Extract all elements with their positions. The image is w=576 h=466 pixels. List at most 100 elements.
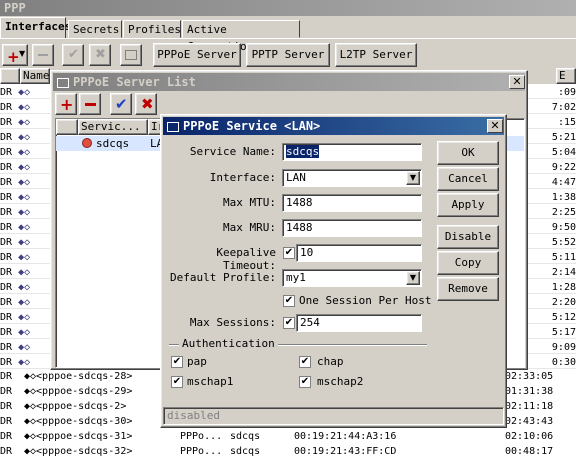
keepalive-input[interactable]: 10 xyxy=(296,244,422,262)
uptime-cell: 5:04 xyxy=(551,147,576,158)
list-add-button[interactable]: + xyxy=(55,93,77,115)
max-mtu-input[interactable]: 1488 xyxy=(282,194,422,212)
enable-button[interactable]: ✔ xyxy=(62,44,84,66)
link-icon: ◆◇ xyxy=(12,222,31,233)
list-item[interactable]: DR ◆◇ xyxy=(0,310,30,325)
row-prefix: DR xyxy=(0,282,13,293)
list-item[interactable]: DR ◆◇ xyxy=(0,340,30,355)
tab-profiles[interactable]: Profiles xyxy=(123,20,181,38)
column-header-service[interactable]: Servic... xyxy=(78,119,148,135)
max-mtu-value: 1488 xyxy=(286,196,313,209)
remove-button-label: Remove xyxy=(448,282,488,295)
list-item[interactable]: DR ◆◇ xyxy=(0,85,30,100)
link-icon: ◆◇ xyxy=(12,162,31,173)
max-sessions-input[interactable]: 254 xyxy=(296,314,422,332)
disable-button[interactable]: ✖ xyxy=(89,44,111,66)
list-item[interactable]: DR ◆◇ xyxy=(0,175,30,190)
l2tp-server-button[interactable]: L2TP Server xyxy=(335,43,417,67)
default-profile-label: Default Profile: xyxy=(170,271,276,284)
pap-checkbox[interactable]: ✔ xyxy=(171,356,183,368)
pptp-server-button[interactable]: PPTP Server xyxy=(246,43,330,67)
one-session-checkbox[interactable]: ✔ xyxy=(283,295,295,307)
link-icon: ◆◇ xyxy=(12,237,31,248)
list-item[interactable]: DR ◆◇ xyxy=(0,220,30,235)
list-item[interactable]: DR ◆◇ xyxy=(0,355,30,370)
chap-checkbox[interactable]: ✔ xyxy=(299,356,311,368)
pppoe-server-button[interactable]: PPPoE Server xyxy=(153,43,241,67)
keepalive-checkbox[interactable]: ✔ xyxy=(283,247,295,259)
uptime-cell: 5:11 xyxy=(551,252,576,263)
max-sessions-checkbox[interactable]: ✔ xyxy=(283,317,295,329)
cell-user: sdcqs xyxy=(230,431,261,442)
list-item[interactable]: DR ◆◇ xyxy=(0,205,30,220)
list-item[interactable]: DR ◆◇ xyxy=(0,325,30,340)
add-button[interactable]: + ▼ xyxy=(2,44,28,66)
authentication-group xyxy=(169,344,427,396)
uptime-cell: 0:30 xyxy=(551,357,576,368)
ppp-window-titlebar[interactable]: PPP xyxy=(0,0,576,16)
copy-button-label: Copy xyxy=(454,256,482,269)
tab-active-connections[interactable]: Active Connections xyxy=(182,20,300,53)
cell-prefix: DR xyxy=(0,371,13,382)
server-list-titlebar[interactable]: PPPoE Server List ✕ xyxy=(53,73,525,91)
remove-button[interactable]: Remove xyxy=(437,277,499,301)
row-prefix: DR xyxy=(0,237,13,248)
cancel-button[interactable]: Cancel xyxy=(437,167,499,191)
list-item[interactable]: DR ◆◇ xyxy=(0,250,30,265)
disable-button[interactable]: Disable xyxy=(437,225,499,249)
comment-button[interactable] xyxy=(120,44,142,66)
column-header-blank[interactable] xyxy=(56,119,78,135)
list-item[interactable]: DR ◆◇ xyxy=(0,295,30,310)
list-item[interactable]: DR ◆◇ xyxy=(0,235,30,250)
tab-interfaces[interactable]: Interfaces xyxy=(0,17,71,39)
list-item[interactable]: DR ◆◇ xyxy=(0,160,30,175)
mschap2-checkbox[interactable]: ✔ xyxy=(299,376,311,388)
check-icon: ✔ xyxy=(68,47,79,62)
max-mru-input[interactable]: 1488 xyxy=(282,219,422,237)
list-item[interactable]: DR ◆◇ xyxy=(0,130,30,145)
remove-button[interactable] xyxy=(32,44,54,66)
copy-button[interactable]: Copy xyxy=(437,251,499,275)
column-header-blank[interactable] xyxy=(0,68,20,84)
mschap1-checkbox[interactable]: ✔ xyxy=(171,376,183,388)
link-icon: ◆◇ xyxy=(12,147,31,158)
list-disable-button[interactable]: ✖ xyxy=(135,93,157,115)
list-item[interactable]: DR ◆◇ xyxy=(0,280,30,295)
row-prefix: DR xyxy=(0,117,13,128)
table-row[interactable]: DR ◆◇<pppoe-sdcqs-31> PPPo... sdcqs 00:19:21… xyxy=(0,429,576,444)
link-icon: ◆◇ xyxy=(12,132,31,143)
apply-button[interactable]: Apply xyxy=(437,193,499,217)
list-item[interactable]: DR ◆◇ xyxy=(0,190,30,205)
keepalive-value: 10 xyxy=(300,246,314,259)
chevron-down-icon[interactable]: ▼ xyxy=(406,271,420,285)
column-header-name[interactable]: Name xyxy=(20,68,50,84)
list-item[interactable]: DR ◆◇ xyxy=(0,265,30,280)
uptime-cell: 9:50 xyxy=(551,222,576,233)
tab-secrets-label: Secrets xyxy=(73,23,120,36)
interface-select[interactable]: LAN ▼ xyxy=(282,169,422,187)
cell-uptime: 02:10:06 xyxy=(505,431,554,442)
list-item[interactable]: DR ◆◇ xyxy=(0,145,30,160)
service-name-value: sdcqs xyxy=(286,145,320,158)
column-header-e[interactable]: E xyxy=(556,68,576,84)
default-profile-select[interactable]: my1 ▼ xyxy=(282,269,422,287)
ok-button[interactable]: OK xyxy=(437,141,499,165)
service-dialog-titlebar[interactable]: PPPoE Service <LAN> ✕ xyxy=(163,117,504,135)
service-dialog-close-button[interactable]: ✕ xyxy=(487,119,503,133)
list-remove-button[interactable] xyxy=(79,93,101,115)
server-list-close-button[interactable]: ✕ xyxy=(509,75,525,89)
tab-secrets[interactable]: Secrets xyxy=(68,20,122,38)
comment-icon xyxy=(125,50,137,60)
chevron-down-icon[interactable]: ▼ xyxy=(406,171,420,185)
list-enable-button[interactable]: ✔ xyxy=(110,93,132,115)
cell-name: ◆◇<pppoe-sdcqs-32> xyxy=(24,446,133,457)
service-name-input[interactable]: sdcqs xyxy=(282,143,422,161)
table-row[interactable]: DR ◆◇<pppoe-sdcqs-32> PPPo... sdcqs 00:19:21… xyxy=(0,444,576,459)
column-header-name-label: Name xyxy=(23,69,50,82)
uptime-cell: 9:22 xyxy=(551,162,576,173)
list-item[interactable]: DR ◆◇ xyxy=(0,115,30,130)
row-prefix: DR xyxy=(0,147,13,158)
mschap1-label: mschap1 xyxy=(187,375,234,388)
row-prefix: DR xyxy=(0,267,13,278)
list-item[interactable]: DR ◆◇ xyxy=(0,100,30,115)
